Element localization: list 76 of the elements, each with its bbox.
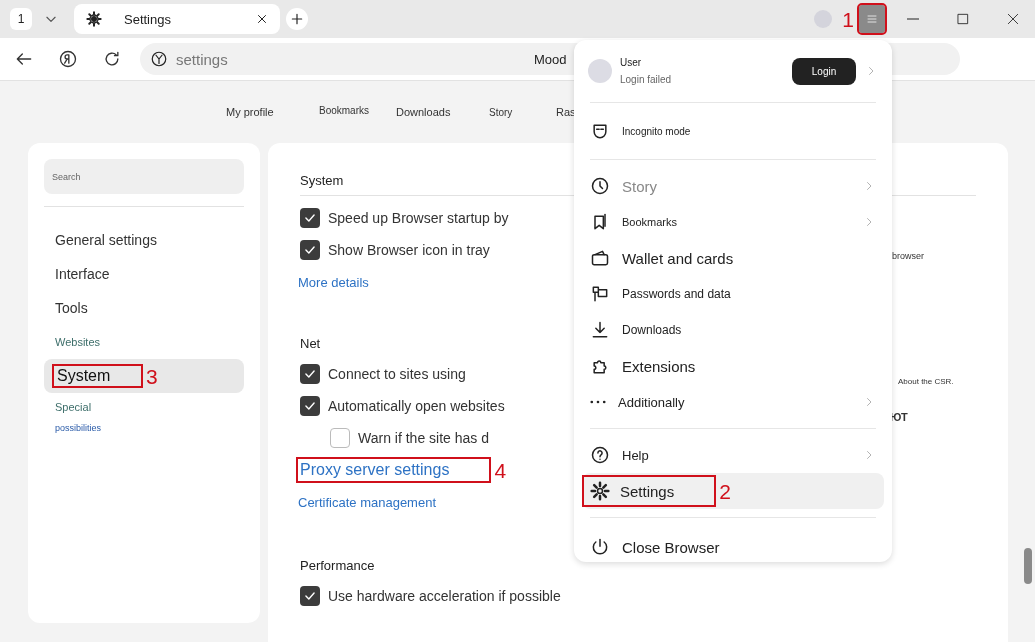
checkbox-label: Automatically open websites — [328, 398, 505, 414]
plus-icon — [290, 12, 304, 26]
menu-item[interactable]: Close Browser — [586, 526, 880, 568]
annotation-number: 2 — [719, 480, 731, 502]
new-tab-button[interactable] — [286, 8, 308, 30]
browser-tab[interactable]: Settings — [74, 4, 280, 34]
nav-link[interactable]: My profile — [226, 106, 319, 118]
page-title: Mood — [534, 51, 567, 67]
nav-link[interactable]: Ras — [556, 106, 576, 118]
checkbox[interactable] — [300, 364, 320, 384]
sidebar-item[interactable]: System 3 — [44, 359, 244, 393]
section-title: System — [300, 171, 344, 190]
close-icon — [1005, 11, 1021, 27]
help-icon — [590, 445, 610, 465]
checkbox-label: Connect to sites using — [328, 366, 466, 382]
tab-title: Settings — [123, 11, 172, 27]
section-title: Net — [300, 334, 321, 353]
annotation-number: 4 — [494, 459, 507, 481]
search-field[interactable]: Search — [44, 159, 244, 194]
gear-icon — [590, 481, 610, 501]
sidebar-item[interactable]: Websites — [44, 325, 244, 359]
circled-letter-icon — [58, 49, 78, 69]
maximize-icon — [955, 11, 971, 27]
address-text: settings — [176, 50, 229, 68]
menu-icon — [866, 13, 878, 25]
annotation-number: 3 — [146, 365, 158, 387]
checkbox[interactable] — [300, 208, 320, 228]
close-icon[interactable] — [256, 13, 268, 25]
menu-item[interactable]: Help — [586, 437, 880, 473]
setting-text: browser — [892, 251, 924, 261]
minimize-icon — [907, 18, 919, 20]
settings-link[interactable]: More details — [298, 274, 369, 290]
section-title: Performance — [300, 556, 375, 575]
dots-icon — [590, 400, 606, 404]
checkbox[interactable] — [300, 240, 320, 260]
clock-icon — [590, 176, 610, 196]
checkbox[interactable] — [300, 586, 320, 606]
checkbox-label: Speed up Browser startup by — [328, 210, 509, 226]
user-name: User — [620, 57, 643, 68]
browser-logo-icon — [150, 50, 168, 68]
setting-text: About the CSR. — [898, 377, 954, 386]
settings-link[interactable]: Proxy server settings — [298, 459, 490, 481]
sidebar-item[interactable]: Special — [44, 393, 244, 421]
checkbox[interactable] — [330, 428, 350, 448]
download-icon — [590, 320, 610, 340]
menu-item[interactable]: Settings 2 — [582, 473, 884, 509]
menu-item[interactable]: Incognito mode — [586, 111, 880, 151]
tab-counter[interactable]: 1 — [10, 8, 32, 30]
checkbox[interactable] — [300, 396, 320, 416]
menu-item[interactable]: Extensions — [586, 348, 880, 384]
wallet-icon — [590, 248, 610, 268]
login-button[interactable]: Login — [792, 57, 856, 85]
nav-link[interactable]: Bookmarks — [319, 104, 396, 116]
checkbox-label: Warn if the site has d — [358, 430, 489, 446]
mask-icon — [590, 121, 610, 141]
gear-icon — [86, 11, 102, 27]
menu-item[interactable]: Bookmarks — [586, 204, 880, 240]
menu-item[interactable]: Wallet and cards — [586, 240, 880, 276]
settings-link[interactable]: Certificate management — [298, 494, 436, 510]
scrollbar-thumb[interactable] — [1024, 548, 1032, 584]
menu-item[interactable]: Passwords and data — [586, 276, 880, 312]
sidebar-item[interactable]: Interface — [44, 257, 244, 291]
checkbox-label: Show Browser icon in tray — [328, 242, 490, 258]
sidebar-item[interactable]: possibilities — [44, 421, 244, 435]
item-label: System — [54, 366, 141, 386]
nav-link[interactable]: Downloads — [396, 106, 489, 118]
checkbox-label: Use hardware acceleration if possible — [328, 588, 561, 604]
nav-link[interactable]: Story — [489, 106, 556, 118]
menu-item[interactable]: Downloads — [586, 312, 880, 348]
annotation-number: 1 — [842, 8, 854, 30]
login-status: Login failed — [620, 74, 673, 85]
sidebar-item[interactable]: General settings — [44, 223, 244, 257]
avatar-icon — [588, 59, 612, 83]
power-icon — [590, 537, 610, 557]
menu-item[interactable]: Additionally — [586, 384, 880, 420]
sidebar-item[interactable]: Tools — [44, 291, 244, 325]
